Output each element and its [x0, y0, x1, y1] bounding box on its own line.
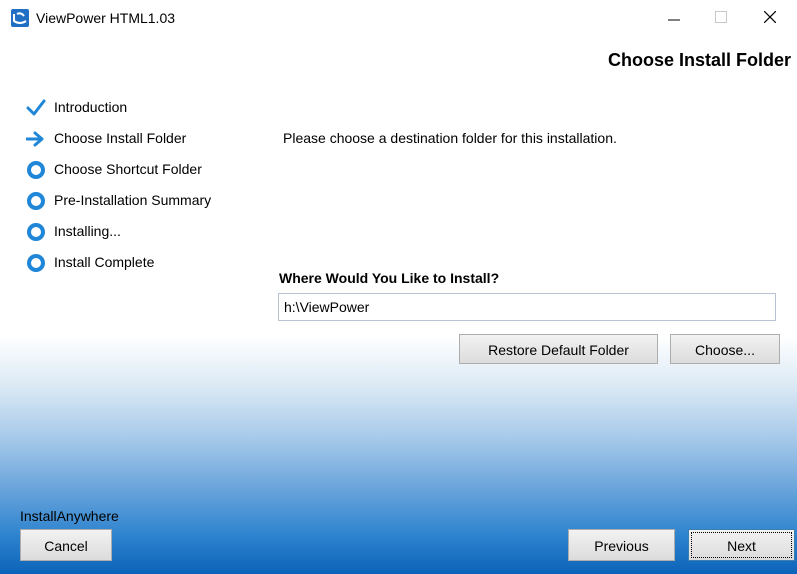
checkmark-icon [26, 98, 46, 118]
installer-body: Introduction Choose Install Folder Choos… [0, 80, 797, 574]
cancel-button[interactable]: Cancel [20, 529, 112, 561]
window-title: ViewPower HTML1.03 [36, 10, 176, 26]
step-list: Introduction Choose Install Folder Choos… [26, 96, 211, 282]
choose-folder-button[interactable]: Choose... [670, 334, 780, 364]
step-install-complete: Install Complete [26, 251, 211, 282]
maximize-button[interactable] [698, 0, 744, 36]
viewpower-app-icon [11, 9, 29, 27]
step-introduction: Introduction [26, 96, 211, 127]
restore-default-folder-button[interactable]: Restore Default Folder [459, 334, 658, 364]
step-choose-install-folder: Choose Install Folder [26, 127, 211, 158]
instruction-text: Please choose a destination folder for t… [283, 130, 617, 146]
bullet-icon [26, 160, 46, 180]
step-pre-installation-summary: Pre-Installation Summary [26, 189, 211, 220]
previous-button[interactable]: Previous [568, 529, 675, 561]
installanywhere-brand: InstallAnywhere [20, 508, 119, 524]
step-label: Pre-Installation Summary [54, 192, 212, 208]
step-label: Choose Install Folder [54, 130, 187, 146]
page-title: Choose Install Folder [607, 50, 791, 70]
bullet-icon [26, 253, 46, 273]
minimize-button[interactable] [651, 0, 697, 36]
close-button[interactable] [747, 0, 793, 36]
step-label: Choose Shortcut Folder [54, 161, 202, 177]
arrow-right-icon [26, 129, 46, 149]
step-label: Install Complete [54, 254, 155, 270]
install-location-label: Where Would You Like to Install? [279, 270, 500, 286]
bullet-icon [26, 222, 46, 242]
bullet-icon [26, 191, 46, 211]
maximize-icon [715, 10, 727, 26]
installer-window: ViewPower HTML1.03 Choose Install Folder [0, 0, 797, 574]
step-installing: Installing... [26, 220, 211, 251]
title-bar[interactable]: ViewPower HTML1.03 [0, 0, 797, 36]
close-icon [763, 10, 777, 26]
step-label: Installing... [54, 223, 121, 239]
minimize-icon [668, 10, 680, 26]
step-choose-shortcut-folder: Choose Shortcut Folder [26, 158, 211, 189]
step-label: Introduction [54, 99, 128, 115]
install-folder-field[interactable]: h:\ViewPower [278, 293, 776, 321]
next-button[interactable]: Next [688, 529, 795, 561]
